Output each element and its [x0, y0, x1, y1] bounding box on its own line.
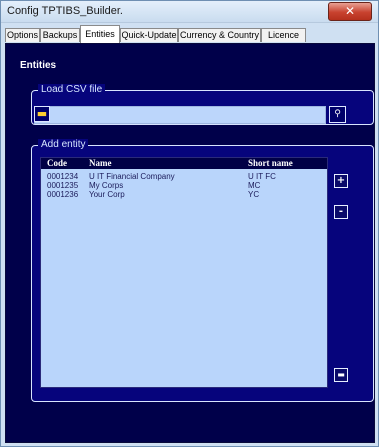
- table-row[interactable]: 0001236 Your Corp YC: [41, 190, 333, 199]
- cell-code: 0001236: [47, 190, 79, 199]
- window-title: Config TPTIBS_Builder.: [7, 5, 123, 17]
- load-csv-legend: Load CSV file: [38, 84, 106, 95]
- delete-all-button[interactable]: ▬: [334, 368, 348, 382]
- panel-title: Entities: [20, 60, 57, 71]
- entity-list-header: Code Name Short name: [41, 158, 327, 169]
- add-entity-legend: Add entity: [38, 139, 89, 150]
- folder-icon[interactable]: ▬: [34, 106, 50, 122]
- tab-quick-update[interactable]: Quick-Update: [120, 28, 178, 42]
- tab-options[interactable]: Options: [5, 28, 40, 42]
- tab-currency-country[interactable]: Currency & Country: [178, 28, 261, 42]
- remove-entity-button[interactable]: -: [334, 205, 348, 219]
- cell-code: 0001235: [47, 181, 79, 190]
- tab-strip: Options Backups Entities Quick-Update Cu…: [5, 25, 375, 44]
- cell-short-name: U IT FC: [248, 172, 276, 181]
- browse-csv-button[interactable]: ⚲: [329, 106, 346, 123]
- title-bar[interactable]: Config TPTIBS_Builder. ✕: [1, 1, 378, 23]
- config-window: Config TPTIBS_Builder. ✕ Options Backups…: [0, 0, 379, 447]
- tab-entities[interactable]: Entities: [80, 25, 120, 43]
- add-entity-button[interactable]: +: [334, 174, 348, 188]
- entities-panel: Entities Load CSV file ▬ ⚲ Add entity Co…: [5, 43, 375, 443]
- table-row[interactable]: 0001234 U IT Financial Company U IT FC: [41, 172, 333, 181]
- entity-list[interactable]: Code Name Short name 0001234 U IT Financ…: [40, 157, 328, 388]
- csv-file-path-field[interactable]: [34, 106, 326, 124]
- cell-name: U IT Financial Company: [89, 172, 175, 181]
- tab-licence[interactable]: Licence: [261, 28, 306, 42]
- close-button[interactable]: ✕: [328, 2, 372, 21]
- cell-name: My Corps: [89, 181, 124, 190]
- cell-short-name: MC: [248, 181, 261, 190]
- cell-short-name: YC: [248, 190, 260, 199]
- tab-backups[interactable]: Backups: [40, 28, 80, 42]
- column-header-code[interactable]: Code: [47, 158, 67, 168]
- column-header-short-name[interactable]: Short name: [248, 158, 293, 168]
- cell-code: 0001234: [47, 172, 79, 181]
- column-header-name[interactable]: Name: [89, 158, 112, 168]
- table-row[interactable]: 0001235 My Corps MC: [41, 181, 333, 190]
- cell-name: Your Corp: [89, 190, 125, 199]
